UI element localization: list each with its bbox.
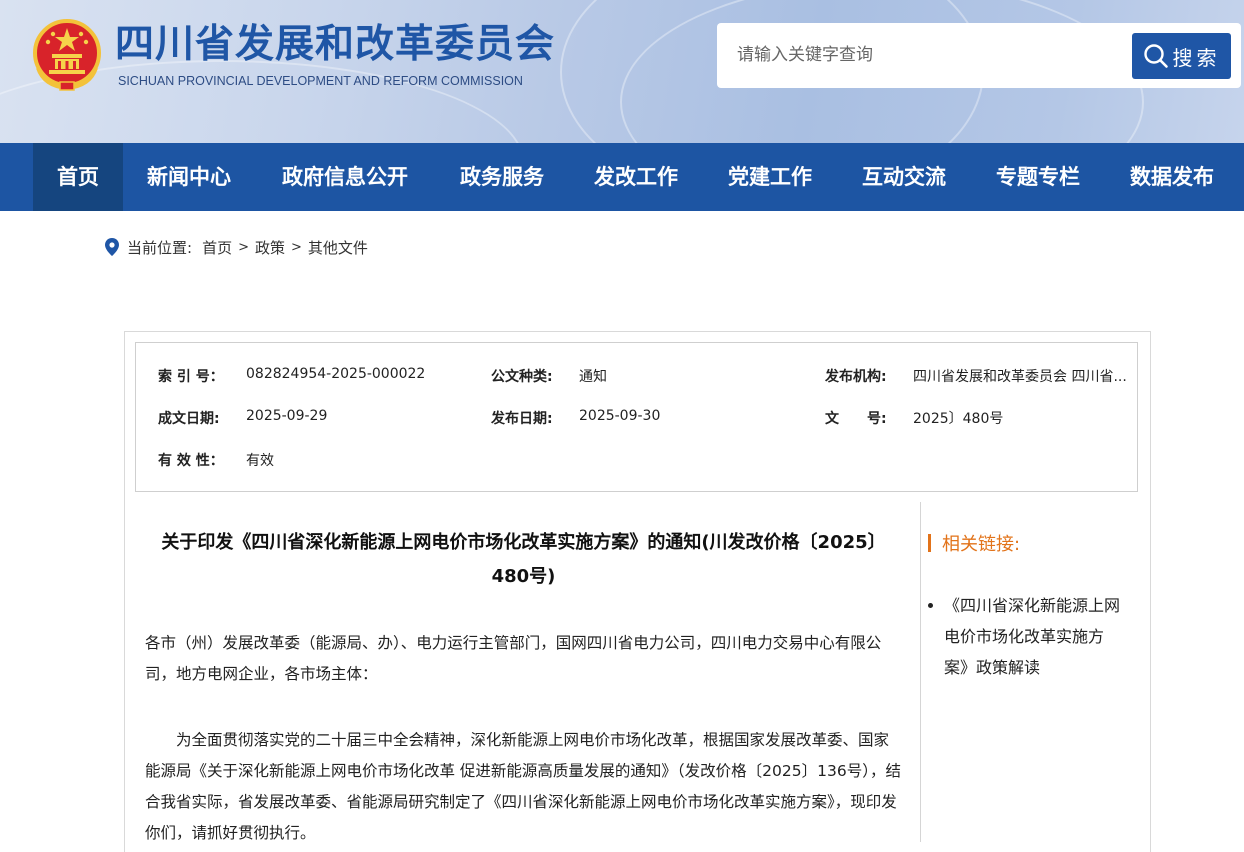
- breadcrumb-other-files[interactable]: 其他文件: [308, 237, 368, 258]
- site-header: 四川省发展和改革委员会 SICHUAN PROVINCIAL DEVELOPME…: [0, 0, 1244, 143]
- site-subtitle: SICHUAN PROVINCIAL DEVELOPMENT AND REFOR…: [118, 74, 523, 88]
- search-bar: 搜索: [717, 23, 1241, 88]
- related-links-title: 相关链接:: [942, 534, 1021, 555]
- nav-item-gov-info[interactable]: 政府信息公开: [266, 143, 424, 211]
- search-button[interactable]: 搜索: [1132, 33, 1231, 79]
- nav-item-interaction[interactable]: 互动交流: [848, 143, 960, 211]
- article-container: 索 引 号： 082824954-2025-000022 公文种类: 通知 发布…: [124, 331, 1151, 852]
- article-body-paragraph: 为全面贯彻落实党的二十届三中全会精神，深化新能源上网电价市场化改革，根据国家发展…: [145, 731, 901, 842]
- validity-label: 有 效 性：: [158, 453, 224, 469]
- document-meta-table: 索 引 号： 082824954-2025-000022 公文种类: 通知 发布…: [135, 342, 1138, 492]
- related-links-heading: 相关链接:: [928, 530, 1020, 556]
- bullet-icon: [928, 603, 933, 608]
- breadcrumb-label: 当前位置:: [127, 238, 193, 257]
- publisher-value: 四川省发展和改革委员会 四川省...: [913, 369, 1127, 385]
- nav-item-topics[interactable]: 专题专栏: [982, 143, 1094, 211]
- written-date-value: 2025-09-29: [246, 408, 328, 424]
- index-no-label: 索 引 号：: [158, 369, 224, 385]
- nav-item-party[interactable]: 党建工作: [714, 143, 826, 211]
- breadcrumb-policy[interactable]: 政策: [255, 237, 285, 258]
- publish-date-value: 2025-09-30: [579, 408, 661, 424]
- doc-type-value: 通知: [579, 369, 607, 385]
- doc-no-value: 2025〕480号: [913, 411, 1004, 427]
- nav-item-services[interactable]: 政务服务: [446, 143, 558, 211]
- breadcrumb: 当前位置: 首页 > 政策 > 其他文件: [105, 236, 368, 258]
- publisher-label: 发布机构:: [825, 369, 887, 385]
- article-title: 关于印发《四川省深化新能源上网电价市场化改革实施方案》的通知(川发改价格〔202…: [161, 532, 886, 587]
- breadcrumb-home[interactable]: 首页: [202, 237, 232, 258]
- index-no-value: 082824954-2025-000022: [246, 366, 426, 382]
- related-links-list: 《四川省深化新能源上网电价市场化改革实施方案》政策解读: [928, 590, 1123, 683]
- related-link-text[interactable]: 《四川省深化新能源上网电价市场化改革实施方案》政策解读: [944, 596, 1120, 677]
- main-nav: 首页 新闻中心 政府信息公开 政务服务 发改工作 党建工作 互动交流 专题专栏 …: [0, 143, 1244, 211]
- breadcrumb-separator: >: [238, 239, 249, 255]
- related-link-item[interactable]: 《四川省深化新能源上网电价市场化改革实施方案》政策解读: [928, 590, 1123, 683]
- doc-no-label: 文 号:: [825, 411, 887, 427]
- site-title[interactable]: 四川省发展和改革委员会: [115, 20, 555, 70]
- publish-date-label: 发布日期:: [491, 411, 553, 427]
- national-emblem-icon[interactable]: [32, 18, 102, 92]
- search-icon: [1143, 44, 1168, 68]
- nav-item-work[interactable]: 发改工作: [580, 143, 692, 211]
- written-date-label: 成文日期:: [158, 411, 220, 427]
- nav-item-news[interactable]: 新闻中心: [134, 143, 244, 211]
- location-pin-icon: [105, 238, 119, 256]
- heading-accent-bar: [928, 534, 931, 552]
- search-button-label: 搜索: [1172, 45, 1221, 70]
- search-input[interactable]: [727, 35, 1147, 75]
- breadcrumb-separator: >: [291, 239, 302, 255]
- article-addressee: 各市（州）发展改革委（能源局、办）、电力运行主管部门，国网四川省电力公司，四川电…: [145, 634, 882, 683]
- nav-item-home[interactable]: 首页: [33, 143, 123, 211]
- validity-value: 有效: [246, 453, 274, 469]
- content-divider: [920, 502, 921, 842]
- nav-item-data[interactable]: 数据发布: [1116, 143, 1228, 211]
- doc-type-label: 公文种类:: [491, 369, 553, 385]
